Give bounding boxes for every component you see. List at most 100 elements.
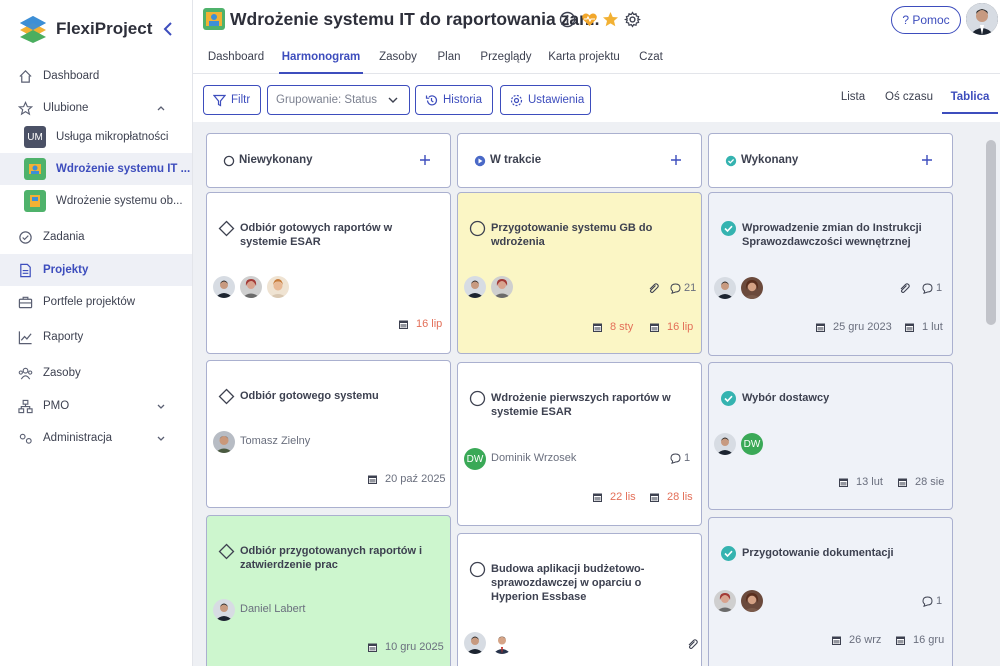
task-card[interactable]: Odbiór gotowych raportów w systemie ESAR… xyxy=(206,192,451,354)
sidebar-item-label: Raporty xyxy=(43,331,84,343)
start-date: 13 lut xyxy=(838,476,883,488)
due-date: 16 gru xyxy=(895,634,944,646)
tab-chat[interactable]: Czat xyxy=(637,42,665,74)
sidebar-item-favorites[interactable]: Ulubione xyxy=(0,92,192,124)
task-card[interactable]: Odbiór gotowego systemu Tomasz Zielny 20… xyxy=(206,360,451,508)
favorite-star-icon[interactable] xyxy=(602,11,619,28)
task-title: Wprowadzenie zmian do Instrukcji Sprawoz… xyxy=(742,222,922,248)
calendar-icon xyxy=(816,323,825,332)
calendar-icon xyxy=(399,320,408,329)
sidebar-item-label: Portfele projektów xyxy=(43,296,136,308)
gear-icon[interactable] xyxy=(624,11,641,28)
task-circle-icon xyxy=(469,220,486,237)
home-icon xyxy=(19,69,32,83)
sidebar-item-portfolios[interactable]: Portfele projektów xyxy=(0,286,192,318)
milestone-diamond-icon xyxy=(218,543,235,560)
sidebar-item-label: PMO xyxy=(43,400,70,412)
chevron-up-icon xyxy=(157,106,165,111)
settings-button[interactable]: Ustawienia xyxy=(500,85,591,115)
history-label: Historia xyxy=(443,94,482,106)
info-icon[interactable] xyxy=(559,11,576,28)
task-card[interactable]: Odbiór przygotowanych raportów i zatwier… xyxy=(206,515,451,666)
task-card[interactable]: Budowa aplikacji budżetowo-sprawozdawcze… xyxy=(457,533,702,666)
task-card[interactable]: Przygotowanie dokumentacji 1 26 wrz 16 g… xyxy=(708,517,953,666)
task-done-icon xyxy=(721,391,736,406)
start-date: 25 gru 2023 xyxy=(815,321,892,333)
column-header-done: Wykonany xyxy=(708,133,953,188)
tab-plan[interactable]: Plan xyxy=(435,42,463,74)
calendar-icon xyxy=(650,493,659,502)
calendar-icon xyxy=(650,323,659,332)
collapse-sidebar-icon[interactable] xyxy=(160,20,176,38)
task-done-icon xyxy=(721,546,736,561)
due-date: 28 lis xyxy=(649,491,693,503)
sidebar-item-projects[interactable]: Projekty xyxy=(0,254,192,286)
user-avatar[interactable] xyxy=(966,3,998,35)
calendar-icon xyxy=(368,475,377,484)
task-title: Odbiór gotowego systemu xyxy=(240,390,379,402)
sidebar-item-dashboard[interactable]: Dashboard xyxy=(0,60,192,92)
sidebar-item-reports[interactable]: Raporty xyxy=(0,321,192,353)
task-title: Wybór dostawcy xyxy=(742,392,830,404)
avatar: DW xyxy=(741,433,763,455)
app-name: FlexiProject xyxy=(56,19,153,38)
tab-resources[interactable]: Zasoby xyxy=(376,42,420,74)
logo[interactable]: FlexiProject xyxy=(18,14,152,44)
sidebar-item-label: Ulubione xyxy=(43,102,89,114)
sidebar-item-administration[interactable]: Administracja xyxy=(0,422,192,454)
add-task-icon[interactable] xyxy=(669,153,683,167)
assignee-name: Daniel Labert xyxy=(240,603,306,615)
help-button[interactable]: ? Pomoc xyxy=(891,6,961,34)
calendar-icon xyxy=(896,636,905,645)
check-circle-icon xyxy=(19,230,32,244)
calendar-icon xyxy=(839,478,848,487)
avatar xyxy=(464,632,486,654)
add-task-icon[interactable] xyxy=(418,153,432,167)
grouping-value: Grupowanie: Status xyxy=(276,94,378,106)
status-not-started-icon xyxy=(223,155,235,167)
paperclip-icon xyxy=(688,639,698,650)
favorite-item-label: Wdrożenie systemu IT ... xyxy=(56,163,191,175)
column-header-not-started: Niewykonany xyxy=(206,133,451,188)
tab-project-card[interactable]: Karta projektu xyxy=(548,42,620,74)
favorite-item-wdrozenie-ob[interactable]: Wdrożenie systemu ob... xyxy=(0,185,192,217)
tab-harmonogram[interactable]: Harmonogram xyxy=(279,42,363,74)
board-scrollbar[interactable] xyxy=(986,140,996,325)
assignee-name: Tomasz Zielny xyxy=(240,435,311,447)
tab-dashboard[interactable]: Dashboard xyxy=(206,42,266,74)
tab-reviews[interactable]: Przeglądy xyxy=(478,42,534,74)
column-title: Wykonany xyxy=(741,154,799,166)
due-date: 1 lut xyxy=(904,321,943,333)
comment-count: 1 xyxy=(922,595,942,607)
grouping-select[interactable]: Grupowanie: Status xyxy=(267,85,410,115)
favorite-item-label: Usługa mikropłatności xyxy=(56,131,169,143)
history-button[interactable]: Historia xyxy=(415,85,493,115)
task-card[interactable]: Przygotowanie systemu GB do wdrożenia 21… xyxy=(457,192,702,354)
sidebar-item-resources[interactable]: Zasoby xyxy=(0,357,192,389)
filter-button[interactable]: Filtr xyxy=(203,85,261,115)
task-card[interactable]: Wdrożenie pierwszych raportów w systemie… xyxy=(457,362,702,526)
comment-icon xyxy=(922,282,933,294)
task-card[interactable]: Wprowadzenie zmian do Instrukcji Sprawoz… xyxy=(708,192,953,356)
sidebar-item-label: Dashboard xyxy=(43,70,100,82)
view-tab-list[interactable]: Lista xyxy=(832,80,874,114)
heart-rate-icon[interactable] xyxy=(581,11,598,28)
add-task-icon[interactable] xyxy=(920,153,934,167)
due-date: 28 sie xyxy=(897,476,944,488)
paperclip-icon xyxy=(900,283,910,294)
sidebar-item-pmo[interactable]: PMO xyxy=(0,390,192,422)
favorite-item-uslugamikroplatnosci[interactable]: UM Usługa mikropłatności xyxy=(0,121,192,153)
view-tab-timeline[interactable]: Oś czasu xyxy=(882,80,936,114)
sidebar-item-tasks[interactable]: Zadania xyxy=(0,221,192,253)
task-card[interactable]: Wybór dostawcy DW 13 lut 28 sie xyxy=(708,362,953,510)
project-image-icon xyxy=(24,190,46,212)
chevron-down-icon xyxy=(157,436,165,441)
avatar xyxy=(464,276,486,298)
comment-icon xyxy=(922,595,933,607)
calendar-icon xyxy=(593,493,602,502)
project-image-icon xyxy=(203,8,225,30)
start-date: 8 sty xyxy=(592,321,633,333)
view-tab-board[interactable]: Tablica xyxy=(942,80,998,114)
favorite-item-wdrozenie-it[interactable]: Wdrożenie systemu IT ... xyxy=(0,153,192,185)
avatar xyxy=(714,277,736,299)
